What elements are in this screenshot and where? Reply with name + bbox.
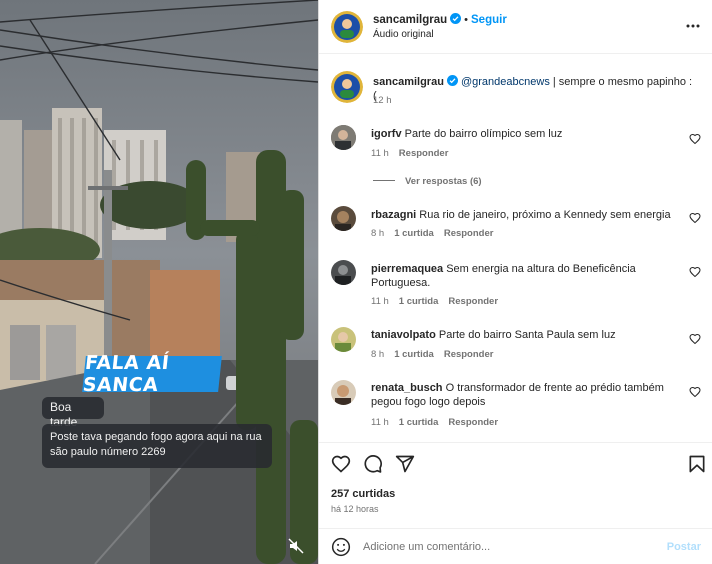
comment-time: 11 h [371,417,389,428]
sancamilgrau-avatar-icon [331,71,363,103]
view-replies-label: Ver respostas (6) [405,176,482,187]
avatar[interactable] [331,125,356,150]
comment-item: pierremaquea Sem energia na altura do Be… [331,260,701,314]
comment-username[interactable]: taniavolpato [371,329,436,341]
user-avatar-icon [331,380,356,405]
user-avatar-icon [331,206,356,231]
comment-item: igorfv Parte do bairro olímpico sem luz … [331,125,701,200]
comment-time: 11 h [371,148,389,159]
replies-divider [373,180,395,181]
comment-time: 11 h [371,296,389,307]
reply-button[interactable]: Responder [448,417,498,428]
fala-ai-sanca-banner: FALA AÍ SANCA [82,352,222,396]
comment-username[interactable]: igorfv [371,128,402,140]
reply-button[interactable]: Responder [448,296,498,307]
avatar[interactable] [331,71,363,103]
street-scene-image [0,0,318,564]
reel-video[interactable]: FALA AÍ SANCA Boa tarde Poste tava pegan… [0,0,318,564]
heart-icon[interactable] [689,333,701,345]
heart-icon[interactable] [689,212,701,224]
comment-text: Parte do bairro Santa Paula sem luz [438,329,616,341]
more-options-icon[interactable] [685,18,701,34]
avatar[interactable] [331,327,356,352]
comment-input[interactable] [363,539,643,555]
comment-text: Parte do bairro olímpico sem luz [404,128,563,140]
post-comment-button[interactable]: Postar [667,541,701,553]
bookmark-icon[interactable] [687,454,707,474]
comment-time: 8 h [371,228,385,239]
comment-bubble-icon[interactable] [363,454,383,474]
avatar[interactable] [331,206,356,231]
separator-dot: • [464,14,469,26]
comment-username[interactable]: renata_busch [371,382,443,394]
muted-speaker-icon[interactable] [288,538,304,554]
likes-count[interactable]: 257 curtidas [331,488,395,500]
header-username[interactable]: sancamilgrau [373,14,447,26]
sancamilgrau-avatar-icon [331,11,363,43]
comment-text: Rua rio de janeiro, próximo a Kennedy se… [419,209,671,221]
post-actions: 257 curtidas há 12 horas [319,442,712,520]
comment-time: 8 h [371,349,385,360]
avatar[interactable] [331,260,356,285]
original-audio-link[interactable]: Áudio original [373,29,434,40]
comment-username[interactable]: pierremaquea [371,263,443,275]
heart-icon[interactable] [689,133,701,145]
comment-item: taniavolpato Parte do bairro Santa Paula… [331,327,701,367]
caption-username[interactable]: sancamilgrau [373,76,444,88]
post-panel: sancamilgrau • Seguir Áudio original san… [318,0,712,564]
like-heart-icon[interactable] [331,454,351,474]
caption-time: 12 h [373,95,392,106]
verified-badge-icon [450,13,462,24]
avatar[interactable] [331,11,363,43]
view-replies-button[interactable]: Ver respostas (6) [373,176,482,187]
chat-message-report: Poste tava pegando fogo agora aqui na ru… [42,424,272,468]
verified-badge-icon [446,75,458,86]
comment-item: renata_busch O transformador de frente a… [331,380,701,434]
comment-likes[interactable]: 1 curtida [394,349,434,360]
emoji-icon[interactable] [331,537,351,557]
user-avatar-icon [331,125,356,150]
post-header: sancamilgrau • Seguir Áudio original [319,0,712,54]
post-time: há 12 horas [331,504,379,514]
share-send-icon[interactable] [395,454,415,474]
reply-button[interactable]: Responder [399,148,449,159]
comment-username[interactable]: rbazagni [371,209,416,221]
follow-button[interactable]: Seguir [471,14,507,26]
heart-icon[interactable] [689,386,701,398]
comment-composer: Postar [319,528,712,564]
comment-item: rbazagni Rua rio de janeiro, próximo a K… [331,206,701,246]
comments-list[interactable]: sancamilgrau @grandeabcnews | sempre o m… [319,54,712,442]
heart-icon[interactable] [689,266,701,278]
comment-likes[interactable]: 1 curtida [399,296,439,307]
user-avatar-icon [331,260,356,285]
caption-mention[interactable]: @grandeabcnews [461,76,550,88]
comment-likes[interactable]: 1 curtida [399,417,439,428]
user-avatar-icon [331,327,356,352]
caption: sancamilgrau @grandeabcnews | sempre o m… [331,71,701,111]
comment-likes[interactable]: 1 curtida [394,228,434,239]
avatar[interactable] [331,380,356,405]
reply-button[interactable]: Responder [444,349,494,360]
reply-button[interactable]: Responder [444,228,494,239]
chat-message-greeting: Boa tarde [42,397,104,429]
